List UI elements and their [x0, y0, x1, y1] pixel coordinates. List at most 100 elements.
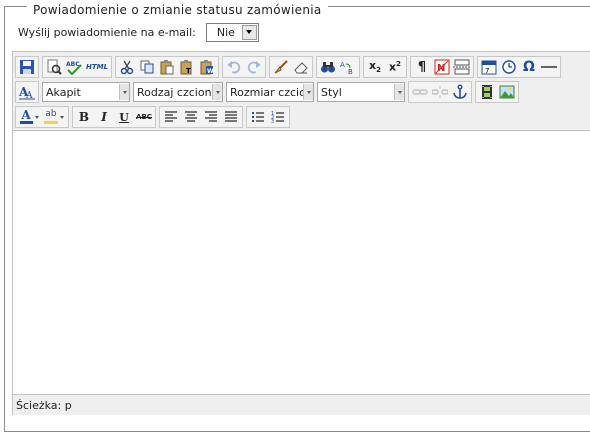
save-group — [15, 56, 39, 78]
chevron-down-icon[interactable] — [394, 84, 404, 100]
insert-image-button[interactable] — [497, 83, 517, 101]
align-center-button[interactable] — [181, 108, 201, 126]
find-button[interactable] — [318, 58, 338, 76]
insert-group: 7 Ω — [477, 56, 561, 78]
search-group: AB — [316, 56, 360, 78]
notify-email-select[interactable]: Nie — [205, 22, 259, 42]
svg-text:W: W — [207, 68, 214, 75]
superscript-button[interactable]: x2 — [385, 58, 405, 76]
non-breaking-button[interactable]: N — [432, 58, 452, 76]
toolbar-row-2: AA Akapit Rodzaj czcionki Rozmiar czcion… — [15, 81, 522, 103]
cut-button[interactable] — [117, 58, 137, 76]
editor-content-area[interactable] — [13, 131, 590, 393]
chevron-down-icon — [60, 115, 64, 119]
undo-icon — [227, 61, 241, 74]
numbered-list-button[interactable]: 123 — [268, 108, 288, 126]
bullet-list-icon — [252, 112, 264, 122]
preview-icon — [47, 59, 62, 75]
styles-button[interactable]: AA — [17, 83, 37, 101]
text-color-swatch — [19, 121, 33, 124]
spellcheck-button[interactable]: ABC — [64, 58, 84, 76]
styles-icon: AA — [18, 85, 35, 100]
special-char-button[interactable]: Ω — [519, 58, 539, 76]
subscript-button[interactable]: x2 — [365, 58, 385, 76]
paste-word-button[interactable]: W — [197, 58, 217, 76]
editor-status-bar: Ścieżka: p — [13, 394, 590, 415]
image-icon — [499, 85, 515, 99]
align-center-icon — [185, 111, 197, 122]
remove-format-button[interactable] — [291, 58, 311, 76]
chevron-down-icon[interactable] — [119, 84, 129, 100]
copy-button[interactable] — [137, 58, 157, 76]
subscript-icon: x2 — [369, 59, 381, 75]
align-left-icon — [165, 111, 177, 122]
link-button[interactable] — [410, 83, 430, 101]
html-source-button[interactable]: HTML — [84, 58, 110, 76]
rich-text-editor: ABC HTML T W A B x2 x2 ¶ 7 Ω A A Akapit … — [12, 51, 590, 415]
text-color-icon: A — [19, 109, 33, 124]
italic-button[interactable]: I — [94, 108, 114, 126]
horizontal-rule-button[interactable] — [539, 58, 559, 76]
clock-icon — [502, 60, 516, 74]
script-group: x2 x2 — [363, 56, 407, 78]
horizontal-rule-icon — [541, 66, 557, 68]
pilcrow-icon: ¶ — [417, 59, 427, 75]
align-justify-button[interactable] — [221, 108, 241, 126]
eraser-icon — [294, 62, 308, 74]
align-group — [159, 106, 243, 128]
binoculars-icon — [321, 62, 335, 73]
highlight-color-button[interactable]: ab — [41, 108, 67, 126]
align-justify-icon — [225, 111, 237, 122]
underline-button[interactable]: U — [114, 108, 134, 126]
highlight-label: ab — [45, 109, 57, 119]
format-select[interactable]: Akapit — [42, 82, 130, 102]
svg-text:3: 3 — [271, 119, 274, 125]
brush-icon — [274, 60, 288, 74]
preview-button[interactable] — [44, 58, 64, 76]
media-group — [475, 81, 519, 103]
insert-date-button[interactable]: 7 — [479, 58, 499, 76]
unlink-button[interactable] — [430, 83, 450, 101]
page-break-button[interactable] — [452, 58, 472, 76]
chevron-down-icon — [34, 115, 39, 119]
strikethrough-icon: ABC — [136, 113, 152, 121]
redo-button[interactable] — [244, 58, 264, 76]
anchor-button[interactable] — [450, 83, 470, 101]
save-button[interactable] — [17, 58, 37, 76]
link-icon — [412, 89, 428, 95]
unlink-icon — [432, 86, 448, 98]
paste-text-button[interactable]: T — [177, 58, 197, 76]
clean-formatting-button[interactable] — [271, 58, 291, 76]
strikethrough-button[interactable]: ABC — [134, 108, 154, 126]
paste-icon — [160, 60, 174, 75]
chevron-down-icon[interactable] — [212, 84, 222, 100]
underline-icon: U — [119, 110, 129, 124]
bullet-list-button[interactable] — [248, 108, 268, 126]
html-label: HTML — [85, 63, 109, 71]
style-select[interactable]: Styl — [317, 82, 405, 102]
svg-text:B: B — [348, 68, 353, 75]
replace-button[interactable]: AB — [338, 58, 358, 76]
redo-icon — [247, 61, 261, 74]
insert-time-button[interactable] — [499, 58, 519, 76]
toolbar-row-1: ABC HTML T W A B x2 x2 ¶ 7 Ω — [15, 56, 564, 78]
chevron-down-icon[interactable] — [303, 84, 313, 100]
copy-icon — [140, 60, 154, 74]
align-right-button[interactable] — [201, 108, 221, 126]
film-icon — [482, 85, 492, 99]
font-family-select[interactable]: Rodzaj czcionki — [133, 82, 223, 102]
history-group — [222, 56, 266, 78]
anchor-icon — [453, 84, 467, 99]
undo-button[interactable] — [224, 58, 244, 76]
page-break-icon — [453, 59, 471, 75]
align-left-button[interactable] — [161, 108, 181, 126]
fieldset-legend: Powiadomienie o zmianie statusu zamówien… — [27, 3, 328, 17]
insert-media-button[interactable] — [477, 83, 497, 101]
link-group — [408, 81, 472, 103]
show-blocks-button[interactable]: ¶ — [412, 58, 432, 76]
bold-button[interactable]: B — [74, 108, 94, 126]
chevron-down-icon[interactable] — [241, 24, 257, 40]
text-color-button[interactable]: A — [17, 108, 41, 126]
font-size-select[interactable]: Rozmiar czcionki — [226, 82, 314, 102]
paste-button[interactable] — [157, 58, 177, 76]
